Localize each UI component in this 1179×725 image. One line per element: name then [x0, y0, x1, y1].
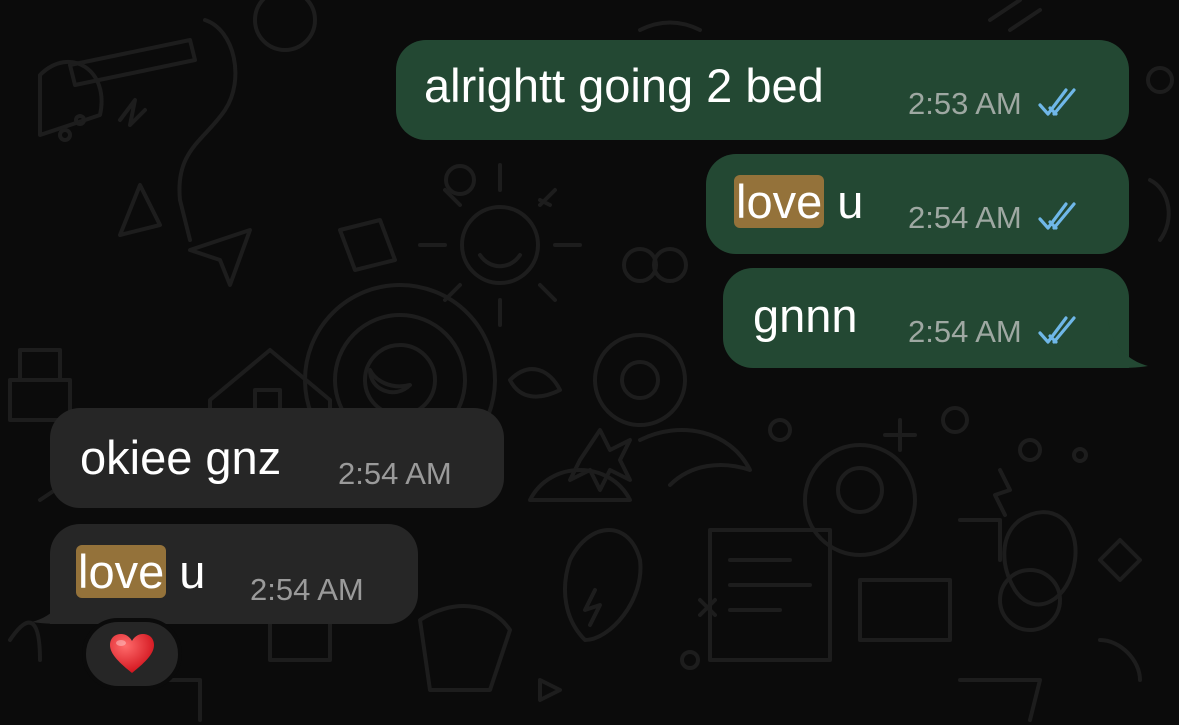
double-check-read-icon — [1038, 316, 1076, 344]
incoming-message-bubble[interactable]: love u 2:54 AM — [50, 524, 418, 624]
message-time: 2:54 AM — [250, 572, 364, 607]
message-text-part: alrightt going 2 bed — [424, 59, 824, 112]
incoming-message-bubble[interactable]: okiee gnz 2:54 AM — [50, 408, 504, 508]
outgoing-message-bubble[interactable]: love u 2:54 AM — [706, 154, 1129, 254]
message-text: love u — [734, 174, 863, 230]
message-time: 2:54 AM — [338, 456, 452, 491]
message-meta: 2:54 AM — [908, 200, 1084, 236]
message-text-part: okiee gnz — [80, 431, 282, 484]
outgoing-message-bubble[interactable]: alrightt going 2 bed 2:53 AM — [396, 40, 1129, 140]
message-meta: 2:54 AM — [250, 572, 364, 608]
message-meta: 2:53 AM — [908, 86, 1084, 122]
message-time: 2:54 AM — [908, 200, 1022, 235]
message-text-part: gnnn — [753, 289, 858, 342]
heart-emoji-icon — [110, 634, 154, 673]
message-text: okiee gnz — [80, 430, 281, 486]
message-time: 2:53 AM — [908, 86, 1022, 121]
bubble-tail — [1108, 320, 1148, 368]
reaction-badge[interactable] — [82, 618, 182, 690]
message-text-part: u — [166, 545, 206, 598]
message-meta: 2:54 AM — [908, 314, 1084, 350]
double-check-read-icon — [1038, 88, 1076, 116]
double-check-read-icon — [1038, 202, 1076, 230]
message-text-part: u — [824, 175, 864, 228]
message-text: love u — [76, 544, 205, 600]
message-time: 2:54 AM — [908, 314, 1022, 349]
message-text: alrightt going 2 bed — [424, 58, 824, 114]
message-list[interactable]: alrightt going 2 bed 2:53 AM love u 2:54… — [0, 0, 1179, 725]
outgoing-message-bubble[interactable]: gnnn 2:54 AM — [723, 268, 1129, 368]
search-highlight: love — [734, 175, 825, 228]
search-highlight: love — [76, 545, 167, 598]
bubble-tail — [32, 576, 72, 624]
message-text: gnnn — [753, 288, 858, 344]
message-meta: 2:54 AM — [338, 456, 452, 492]
